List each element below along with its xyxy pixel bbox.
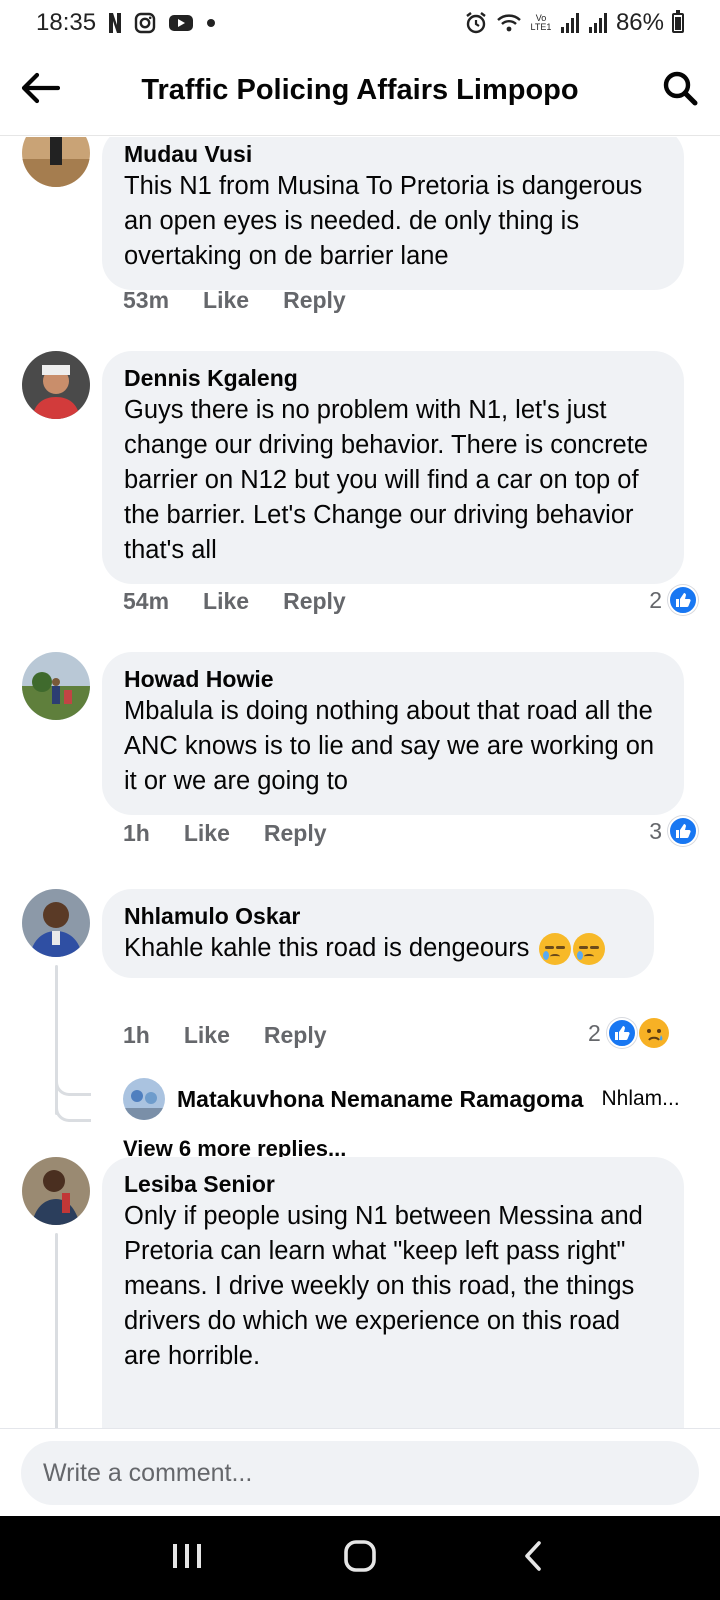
comment-bubble[interactable]: Dennis Kgaleng Guys there is no problem …: [102, 351, 684, 584]
thread-line: [55, 965, 58, 1115]
reply-author[interactable]: Matakuvhona Nemaname Ramagoma: [177, 1086, 583, 1113]
dot-icon: [206, 18, 216, 28]
home-icon: [342, 1538, 378, 1579]
battery-percent: 86%: [615, 9, 664, 36]
sad-reaction-icon: [638, 1018, 669, 1048]
comment-author[interactable]: Howad Howie: [124, 664, 662, 694]
comment-text: Mbalula is doing nothing about that road…: [124, 697, 655, 795]
reply-button[interactable]: Reply: [283, 287, 346, 314]
reaction-summary[interactable]: 2: [649, 585, 698, 615]
comment-actions: 54m Like Reply: [123, 588, 380, 615]
comment-actions: 53m Like Reply: [123, 287, 380, 314]
comment-time[interactable]: 53m: [123, 287, 169, 314]
recent-apps-icon: [170, 1541, 204, 1576]
instagram-icon: [134, 12, 156, 34]
reply-button[interactable]: Reply: [264, 1022, 327, 1049]
alarm-icon: [464, 11, 488, 35]
comment-bubble[interactable]: Nhlamulo Oskar Khahle kahle this road is…: [102, 889, 654, 978]
recent-apps-button[interactable]: [147, 1528, 227, 1588]
thread-line: [55, 1233, 58, 1428]
like-button[interactable]: Like: [184, 1022, 230, 1049]
system-nav-bar: [0, 1516, 720, 1600]
avatar[interactable]: [22, 652, 90, 720]
battery-icon: [672, 10, 684, 33]
thread-branch: [55, 1094, 91, 1122]
reply-preview[interactable]: Matakuvhona Nemaname Ramagoma Nhlam...: [123, 1078, 680, 1120]
signal-icon: [588, 12, 608, 34]
system-back-button[interactable]: [493, 1528, 573, 1588]
avatar[interactable]: [22, 351, 90, 419]
avatar[interactable]: [22, 1157, 90, 1225]
like-reaction-icon: [606, 1018, 637, 1048]
arrow-left-icon: [20, 71, 61, 110]
comment-bubble[interactable]: Howad Howie Mbalula is doing nothing abo…: [102, 652, 684, 815]
comment-time[interactable]: 1h: [123, 1022, 150, 1049]
comment-author[interactable]: Dennis Kgaleng: [124, 363, 662, 393]
reaction-count: 3: [649, 817, 662, 844]
comment-bubble[interactable]: Lesiba Senior Only if people using N1 be…: [102, 1157, 684, 1428]
status-bar: 18:35 Vo LTE1 86%: [0, 0, 720, 46]
youtube-icon: [168, 13, 194, 33]
comment-actions: 1h Like Reply: [123, 820, 361, 847]
reaction-summary[interactable]: 2: [588, 1018, 669, 1048]
like-button[interactable]: Like: [203, 588, 249, 615]
thread-branch: [55, 1074, 91, 1096]
comment-composer: [0, 1428, 720, 1516]
comment-text: Only if people using N1 between Messina …: [124, 1202, 643, 1370]
reply-button[interactable]: Reply: [264, 820, 327, 847]
comment-text: Khahle kahle this road is dengeours: [124, 931, 632, 966]
signal-icon: [560, 12, 580, 34]
like-reaction-icon: [668, 585, 698, 615]
reaction-count: 2: [649, 586, 662, 613]
sleepy-crying-emoji-icon: [572, 933, 605, 966]
page-title: Traffic Policing Affairs Limpopo: [141, 74, 579, 106]
home-button[interactable]: [320, 1528, 400, 1588]
sleepy-crying-emoji-icon: [538, 933, 571, 966]
wifi-icon: [496, 12, 522, 34]
back-button[interactable]: [0, 46, 80, 136]
like-button[interactable]: Like: [184, 820, 230, 847]
comment-time[interactable]: 54m: [123, 588, 169, 615]
comment-text: Guys there is no problem with N1, let's …: [124, 396, 649, 564]
reaction-count: 2: [588, 1019, 601, 1046]
write-comment-input[interactable]: [21, 1441, 699, 1505]
comment-text: This N1 from Musina To Pretoria is dange…: [124, 172, 643, 270]
back-icon: [521, 1539, 545, 1578]
volte-label: Vo LTE1: [530, 13, 552, 32]
comments-feed[interactable]: Mudau Vusi This N1 from Musina To Pretor…: [0, 137, 720, 1428]
avatar[interactable]: [22, 137, 90, 187]
comment-author[interactable]: Mudau Vusi: [124, 139, 662, 169]
comment-author[interactable]: Lesiba Senior: [124, 1169, 662, 1199]
search-icon: [661, 69, 699, 112]
volte-icon: Vo LTE1: [530, 14, 552, 32]
comment-actions: 1h Like Reply: [123, 1022, 361, 1049]
comment-time[interactable]: 1h: [123, 820, 150, 847]
app-header: Traffic Policing Affairs Limpopo: [0, 46, 720, 136]
netflix-icon: [108, 12, 122, 34]
comment-text-content: Khahle kahle this road is dengeours: [124, 934, 530, 962]
reply-button[interactable]: Reply: [283, 588, 346, 615]
comment-author[interactable]: Nhlamulo Oskar: [124, 901, 632, 931]
status-time: 18:35: [36, 9, 97, 36]
avatar[interactable]: [22, 889, 90, 957]
comment-bubble[interactable]: Mudau Vusi This N1 from Musina To Pretor…: [102, 137, 684, 290]
search-button[interactable]: [640, 46, 720, 136]
reply-snippet: Nhlam...: [601, 1087, 680, 1110]
reaction-summary[interactable]: 3: [649, 816, 698, 846]
like-reaction-icon: [668, 816, 698, 846]
reply-avatar[interactable]: [123, 1078, 165, 1120]
like-button[interactable]: Like: [203, 287, 249, 314]
